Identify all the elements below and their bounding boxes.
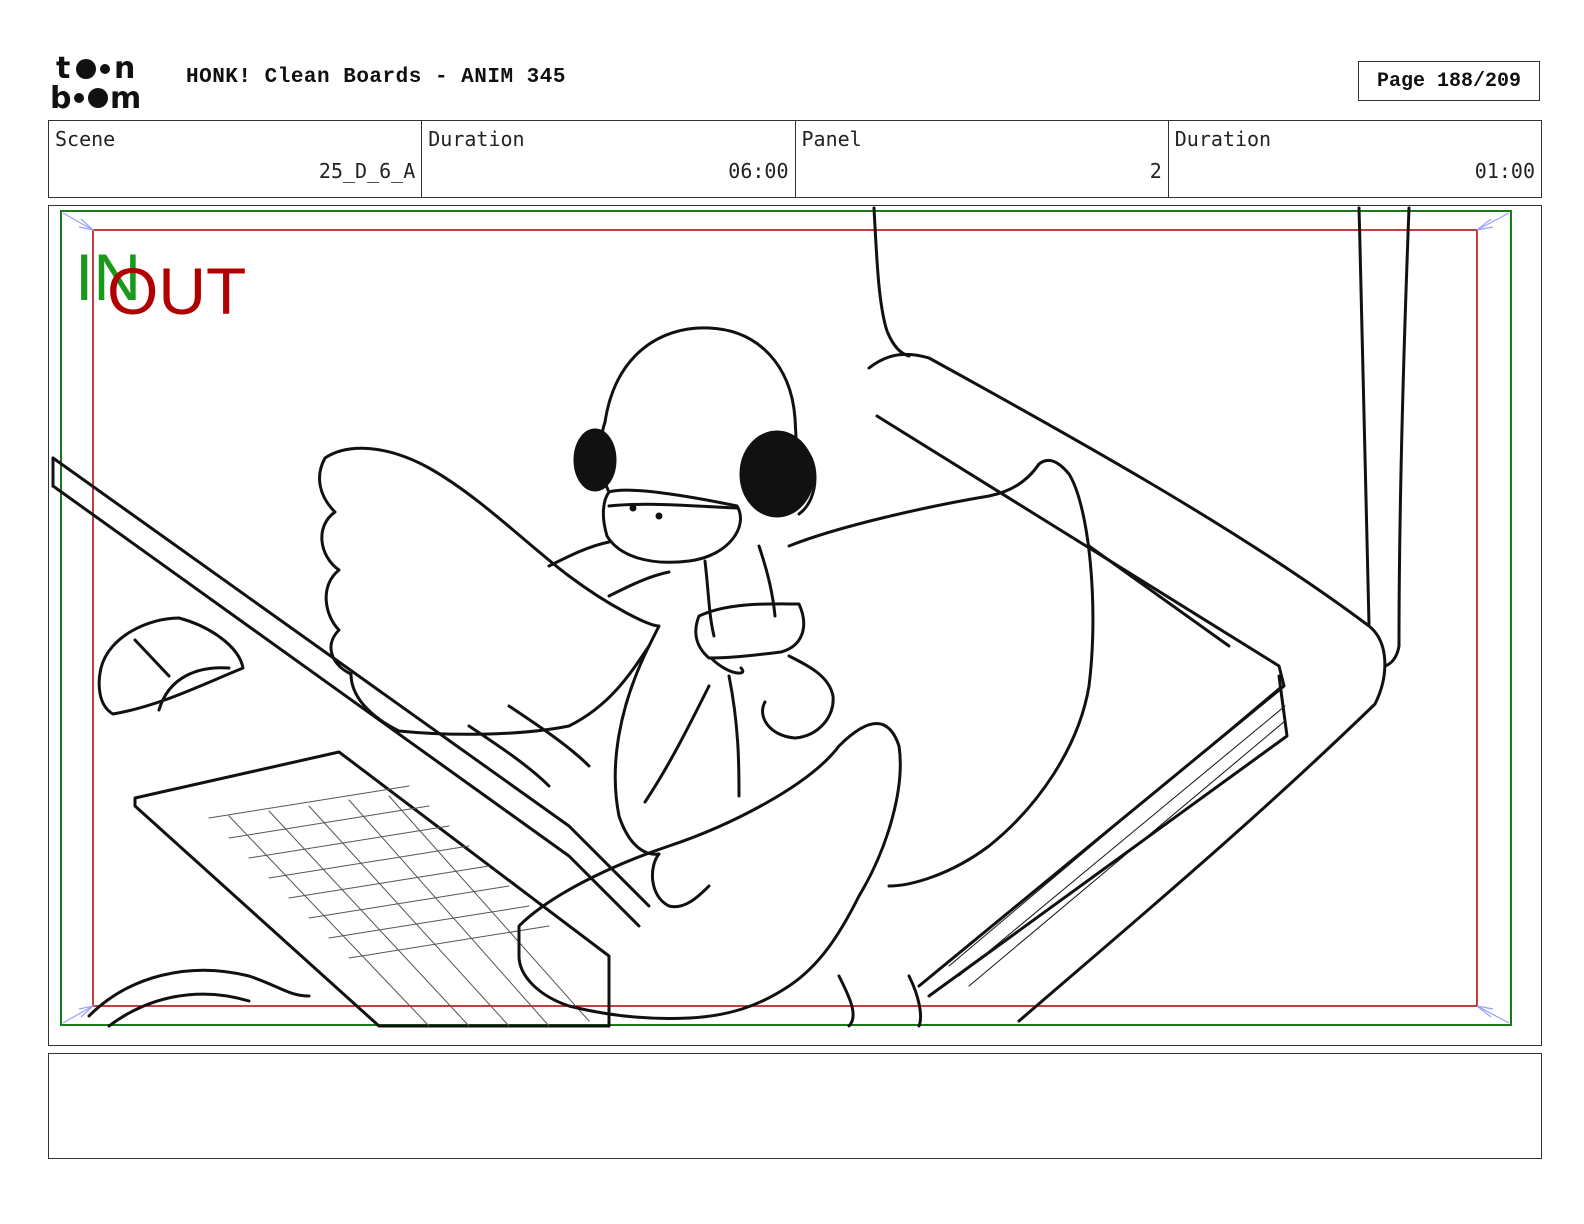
- out-label: OUT: [107, 254, 246, 328]
- page-indicator: Page 188/209: [1358, 61, 1540, 101]
- scene-duration-value: 06:00: [728, 159, 789, 183]
- scene-info-table: Scene 25_D_6_A Duration 06:00 Panel 2 Du…: [48, 120, 1542, 198]
- panel-duration-value: 01:00: [1474, 159, 1535, 183]
- panel-duration-label: Duration: [1174, 127, 1272, 151]
- panel-label: Panel: [801, 127, 862, 151]
- svg-text:b: b: [50, 81, 71, 112]
- document-title: HONK! Clean Boards - ANIM 345: [186, 66, 566, 89]
- panel-cell: Panel 2: [796, 121, 1169, 197]
- svg-text:m: m: [110, 81, 141, 112]
- notes-box: [48, 1053, 1542, 1159]
- panel-value: 2: [1149, 159, 1162, 183]
- scene-value: 25_D_6_A: [318, 159, 416, 183]
- toonboom-logo: t n b m: [50, 51, 141, 112]
- panel-drawing: IN OUT: [51, 206, 1512, 1028]
- scene-duration-cell: Duration 06:00: [422, 121, 796, 197]
- line-art: [51, 206, 1411, 1028]
- scene-label: Scene: [55, 127, 116, 151]
- scene-cell: Scene 25_D_6_A: [49, 121, 423, 197]
- storyboard-panel: IN OUT: [48, 205, 1542, 1046]
- panel-duration-cell: Duration 01:00: [1169, 121, 1541, 197]
- out-camera-frame: [92, 229, 1478, 1007]
- scene-duration-label: Duration: [428, 127, 525, 151]
